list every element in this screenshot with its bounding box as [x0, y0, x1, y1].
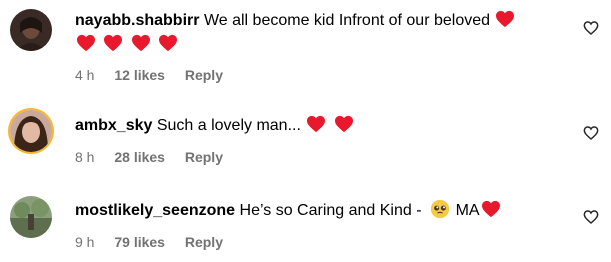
comment-likes[interactable]: 28 likes — [114, 149, 165, 165]
comment-time: 4 h — [75, 67, 95, 83]
red-heart-emoji — [334, 115, 353, 133]
comment-body: nayabb.shabbirr We all become kid Infron… — [75, 9, 561, 57]
comment-text-suffix: MA — [455, 202, 480, 219]
comment-meta: 8 h 28 likes Reply — [75, 148, 239, 166]
red-heart-emoji — [104, 34, 123, 52]
avatar[interactable] — [10, 196, 52, 238]
comment-time: 8 h — [75, 149, 95, 165]
reply-button[interactable]: Reply — [185, 234, 223, 250]
comment-meta: 4 h 12 likes Reply — [75, 66, 239, 84]
comment-body: mostlikely_seenzone He’s so Caring and K… — [75, 199, 561, 223]
comment-item: nayabb.shabbirr We all become kid Infron… — [0, 0, 611, 90]
comment-likes[interactable]: 12 likes — [114, 67, 165, 83]
heart-outline-icon[interactable] — [583, 209, 599, 225]
comment-time: 9 h — [75, 234, 95, 250]
reply-button[interactable]: Reply — [185, 149, 223, 165]
red-heart-emoji — [131, 34, 150, 52]
red-heart-emoji — [307, 115, 326, 133]
red-heart-emoji — [496, 10, 515, 28]
comment-text: We all become kid Infront of our beloved — [203, 12, 491, 29]
avatar[interactable] — [10, 9, 52, 51]
pleading-face-emoji — [430, 199, 449, 219]
comment-username[interactable]: ambx_sky — [75, 117, 152, 134]
comment-username[interactable]: nayabb.shabbirr — [75, 12, 199, 29]
comment-text: Such a lovely man... — [156, 117, 301, 134]
avatar[interactable] — [10, 110, 52, 152]
red-heart-emoji — [77, 34, 95, 52]
red-heart-emoji — [159, 34, 178, 52]
comment-body: ambx_sky Such a lovely man... — [75, 114, 561, 138]
comments-list: nayabb.shabbirr We all become kid Infron… — [0, 0, 611, 262]
comment-username[interactable]: mostlikely_seenzone — [75, 202, 235, 219]
comment-likes[interactable]: 79 likes — [114, 234, 165, 250]
comment-item: ambx_sky Such a lovely man... 8 h 28 lik… — [0, 90, 611, 176]
heart-outline-icon[interactable] — [583, 125, 599, 141]
comment-meta: 9 h 79 likes Reply — [75, 233, 239, 251]
red-heart-emoji — [481, 200, 500, 218]
comment-text: He’s so Caring and Kind - — [239, 202, 422, 219]
reply-button[interactable]: Reply — [185, 67, 223, 83]
comment-item: mostlikely_seenzone He’s so Caring and K… — [0, 176, 611, 262]
heart-outline-icon[interactable] — [583, 20, 599, 36]
